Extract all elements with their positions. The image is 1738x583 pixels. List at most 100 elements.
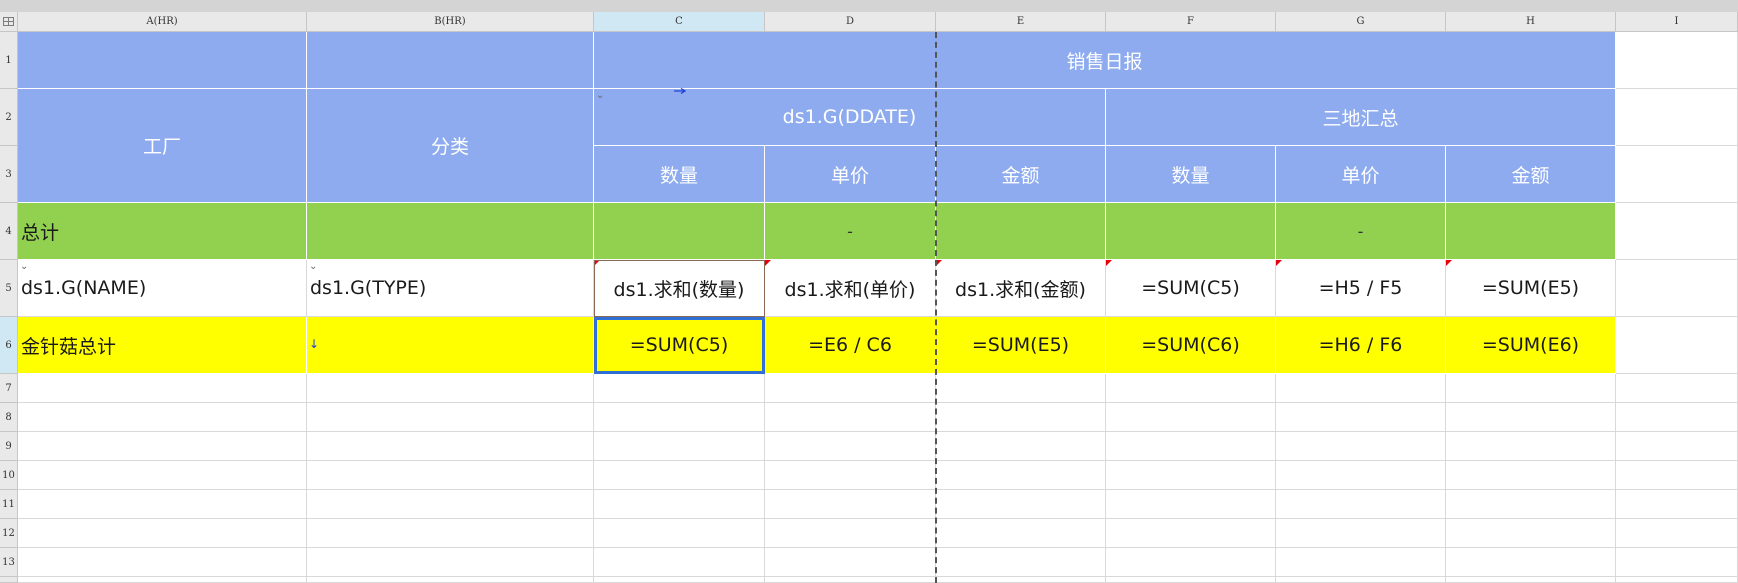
cell-e13[interactable] [936, 548, 1106, 577]
cell-g4[interactable]: - [1276, 203, 1446, 260]
row-header-10[interactable]: 10 [0, 461, 18, 490]
cell-c14[interactable] [594, 577, 765, 583]
cell-c7[interactable] [594, 374, 765, 403]
cell-c3-qty[interactable]: 数量 [594, 146, 765, 203]
cell-c6[interactable]: =SUM(C5) [594, 317, 765, 374]
select-all-corner[interactable] [0, 12, 18, 32]
cell-g7[interactable] [1276, 374, 1446, 403]
cell-h13[interactable] [1446, 548, 1616, 577]
cell-b5-type-group[interactable]: ds1.G(TYPE) [307, 260, 594, 317]
cell-g9[interactable] [1276, 432, 1446, 461]
cell-a14[interactable] [18, 577, 307, 583]
cell-g8[interactable] [1276, 403, 1446, 432]
cell-g12[interactable] [1276, 519, 1446, 548]
cell-i11[interactable] [1616, 490, 1738, 519]
cell-h8[interactable] [1446, 403, 1616, 432]
cell-e3-amount[interactable]: 金额 [936, 146, 1106, 203]
cell-d11[interactable] [765, 490, 936, 519]
column-header-c[interactable]: C [594, 12, 765, 32]
row-header-7[interactable]: 7 [0, 374, 18, 403]
cell-a13[interactable] [18, 548, 307, 577]
cell-d8[interactable] [765, 403, 936, 432]
cell-e4[interactable] [936, 203, 1106, 260]
cell-g14[interactable] [1276, 577, 1446, 583]
cell-i9[interactable] [1616, 432, 1738, 461]
cell-category-header[interactable]: 分类 [307, 89, 594, 203]
row-header-14[interactable] [0, 577, 18, 583]
row-header-6[interactable]: 6 [0, 317, 18, 374]
cell-b8[interactable] [307, 403, 594, 432]
cell-c5-sum-qty[interactable]: ds1.求和(数量) [594, 260, 765, 317]
cell-d10[interactable] [765, 461, 936, 490]
cell-b11[interactable] [307, 490, 594, 519]
cell-f7[interactable] [1106, 374, 1276, 403]
cell-i5[interactable] [1616, 260, 1738, 317]
cell-e10[interactable] [936, 461, 1106, 490]
row-header-1[interactable]: 1 [0, 32, 18, 89]
row-header-2[interactable]: 2 [0, 89, 18, 146]
cell-b14[interactable] [307, 577, 594, 583]
cell-f13[interactable] [1106, 548, 1276, 577]
cell-i4[interactable] [1616, 203, 1738, 260]
cell-g5[interactable]: =H5 / F5 [1276, 260, 1446, 317]
cell-g13[interactable] [1276, 548, 1446, 577]
cell-e14[interactable] [936, 577, 1106, 583]
cell-a5-name-group[interactable]: ds1.G(NAME) [18, 260, 307, 317]
cell-g11[interactable] [1276, 490, 1446, 519]
row-header-8[interactable]: 8 [0, 403, 18, 432]
cell-factory-header[interactable]: 工厂 [18, 89, 307, 203]
cell-i8[interactable] [1616, 403, 1738, 432]
cell-f4[interactable] [1106, 203, 1276, 260]
row-header-4[interactable]: 4 [0, 203, 18, 260]
row-header-11[interactable]: 11 [0, 490, 18, 519]
cell-h6[interactable]: =SUM(E6) [1446, 317, 1616, 374]
cell-i13[interactable] [1616, 548, 1738, 577]
column-header-d[interactable]: D [765, 12, 936, 32]
cell-a6-subtotal-label[interactable]: 金针菇总计 [18, 317, 307, 374]
cell-i3[interactable] [1616, 146, 1738, 203]
cell-c8[interactable] [594, 403, 765, 432]
cell-i1[interactable] [1616, 32, 1738, 89]
cell-three-site-summary-header[interactable]: 三地汇总 [1106, 89, 1616, 146]
cell-d4[interactable]: - [765, 203, 936, 260]
cell-f3-qty[interactable]: 数量 [1106, 146, 1276, 203]
cell-e9[interactable] [936, 432, 1106, 461]
cell-b13[interactable] [307, 548, 594, 577]
cell-d5-sum-price[interactable]: ds1.求和(单价) [765, 260, 936, 317]
cell-i10[interactable] [1616, 461, 1738, 490]
cell-e12[interactable] [936, 519, 1106, 548]
cell-d9[interactable] [765, 432, 936, 461]
cell-c12[interactable] [594, 519, 765, 548]
cell-d13[interactable] [765, 548, 936, 577]
cell-b12[interactable] [307, 519, 594, 548]
cell-i2[interactable] [1616, 89, 1738, 146]
cell-f5[interactable]: =SUM(C5) [1106, 260, 1276, 317]
cell-h7[interactable] [1446, 374, 1616, 403]
cell-b1[interactable] [307, 32, 594, 89]
cell-date-group-header[interactable]: ds1.G(DDATE) [594, 89, 1106, 146]
cell-f8[interactable] [1106, 403, 1276, 432]
cell-f9[interactable] [1106, 432, 1276, 461]
cell-c11[interactable] [594, 490, 765, 519]
cell-a10[interactable] [18, 461, 307, 490]
cell-a7[interactable] [18, 374, 307, 403]
column-header-f[interactable]: F [1106, 12, 1276, 32]
cell-e8[interactable] [936, 403, 1106, 432]
cell-h11[interactable] [1446, 490, 1616, 519]
cell-b10[interactable] [307, 461, 594, 490]
cell-b4[interactable] [307, 203, 594, 260]
cell-i7[interactable] [1616, 374, 1738, 403]
cell-e5-sum-amount[interactable]: ds1.求和(金额) [936, 260, 1106, 317]
cell-g10[interactable] [1276, 461, 1446, 490]
cell-b6[interactable] [307, 317, 594, 374]
cell-b9[interactable] [307, 432, 594, 461]
cell-h5[interactable]: =SUM(E5) [1446, 260, 1616, 317]
cell-f14[interactable] [1106, 577, 1276, 583]
row-header-3[interactable]: 3 [0, 146, 18, 203]
cell-a9[interactable] [18, 432, 307, 461]
cell-f6[interactable]: =SUM(C6) [1106, 317, 1276, 374]
column-header-i[interactable]: I [1616, 12, 1738, 32]
cell-title-sales-daily[interactable]: 销售日报 [594, 32, 1616, 89]
cell-d14[interactable] [765, 577, 936, 583]
cell-a11[interactable] [18, 490, 307, 519]
